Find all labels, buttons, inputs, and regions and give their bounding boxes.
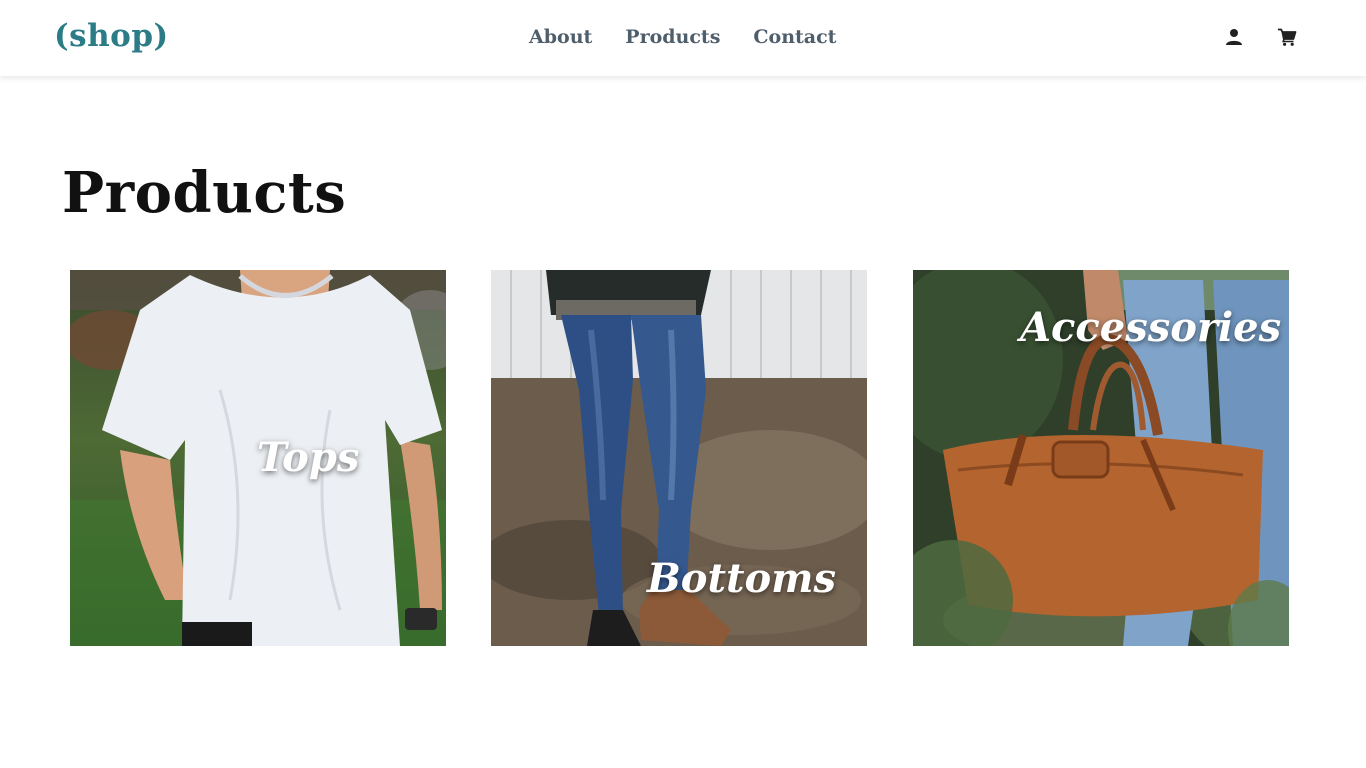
nav-products-link[interactable]: Products bbox=[625, 26, 720, 48]
category-tile-accessories[interactable]: Accessories bbox=[913, 270, 1289, 646]
nav-contact-link[interactable]: Contact bbox=[753, 26, 836, 48]
tile-label-accessories: Accessories bbox=[1020, 304, 1282, 351]
tile-label-tops: Tops bbox=[257, 434, 360, 481]
page-title: Products bbox=[62, 160, 347, 226]
tile-label-bottoms: Bottoms bbox=[647, 555, 836, 602]
nav-about-link[interactable]: About bbox=[529, 26, 592, 48]
category-tile-tops[interactable]: Tops bbox=[70, 270, 446, 646]
navbar: (shop) About Products Contact bbox=[0, 0, 1366, 76]
cart-icon[interactable] bbox=[1277, 27, 1297, 47]
shop-logo[interactable]: (shop) bbox=[54, 18, 169, 54]
user-icon[interactable] bbox=[1224, 27, 1244, 47]
category-tile-bottoms[interactable]: Bottoms bbox=[491, 270, 867, 646]
main-nav: About Products Contact bbox=[529, 26, 836, 48]
